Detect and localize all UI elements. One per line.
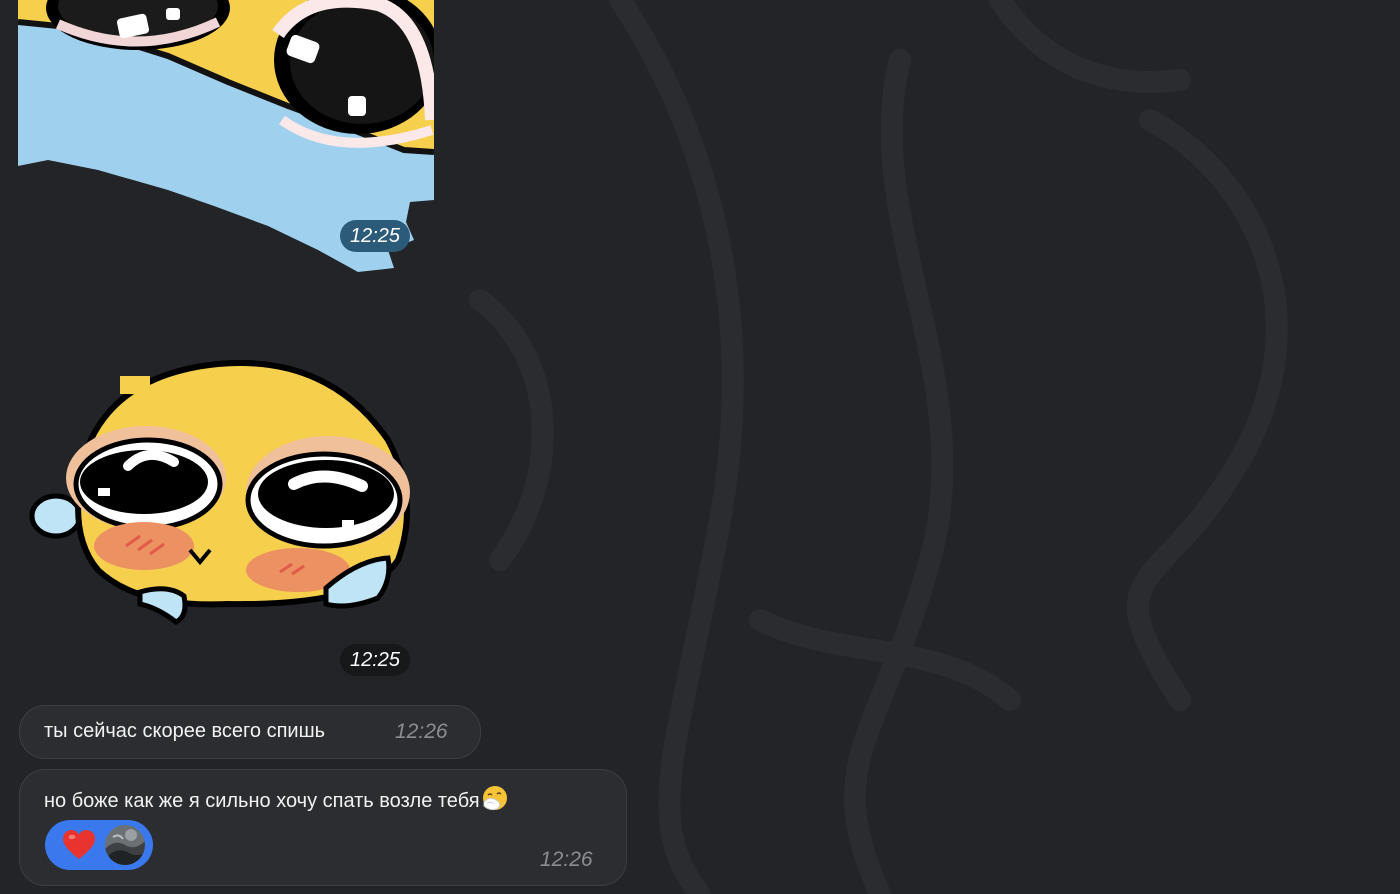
avatar <box>105 825 145 865</box>
message-bubble[interactable]: ты сейчас скорее всего спишь 12:26 <box>19 705 481 759</box>
chat-area: 12:25 12:25 ты сейчас скорее всего спишь… <box>0 0 1400 894</box>
sneezing-face-icon <box>481 784 509 818</box>
red-heart-icon <box>63 830 95 865</box>
message-timestamp: 12:26 <box>395 720 448 743</box>
reaction-chip[interactable] <box>45 820 153 870</box>
message-text: но боже как же я сильно хочу спать возле… <box>44 790 480 812</box>
message-text-row: но боже как же я сильно хочу спать возле… <box>44 784 509 818</box>
blushing-smiley-sticker <box>29 360 410 625</box>
message-bubble[interactable]: но боже как же я сильно хочу спать возле… <box>19 769 627 886</box>
message-timestamp: 12:25 <box>340 220 411 252</box>
sticker-message[interactable] <box>28 360 412 628</box>
message-text: ты сейчас скорее всего спишь <box>44 720 326 742</box>
message-timestamp: 12:25 <box>340 644 411 676</box>
message-timestamp: 12:26 <box>540 848 593 871</box>
